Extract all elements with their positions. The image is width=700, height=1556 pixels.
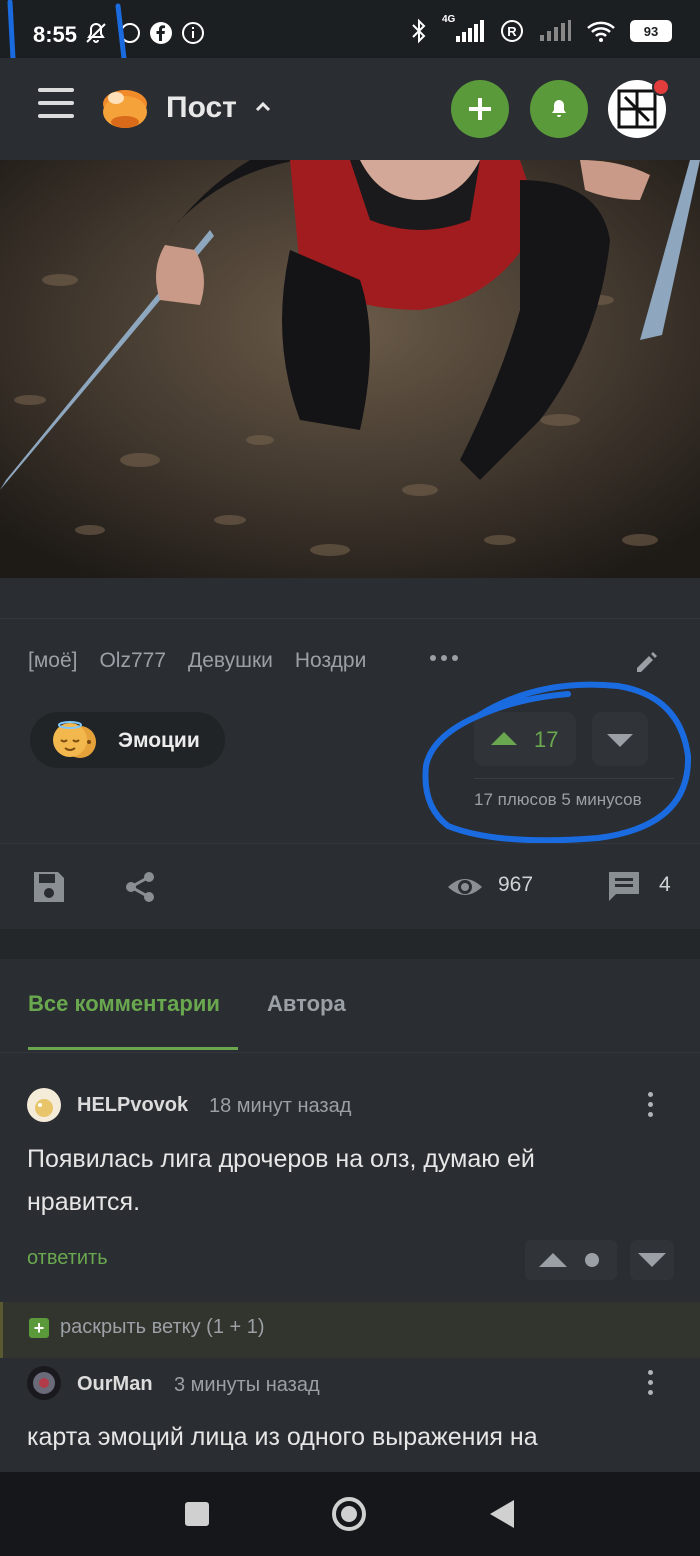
avatar[interactable] — [27, 1088, 61, 1122]
facebook-icon — [150, 22, 172, 44]
arrow-down-icon — [638, 1253, 666, 1267]
save-icon[interactable] — [31, 869, 67, 905]
comment-time: 18 минут назад — [209, 1095, 352, 1117]
more-vertical-icon[interactable] — [648, 1370, 654, 1400]
reply-link[interactable]: ответить — [27, 1247, 108, 1270]
arrow-up-icon — [491, 732, 517, 745]
comments-tabs: Все комментарии Автора — [0, 959, 700, 1053]
rating-value: 17 — [534, 727, 559, 752]
comments-count: 4 — [659, 873, 671, 896]
expand-thread-label: раскрыть ветку (1 + 1) — [60, 1316, 265, 1338]
comments-icon[interactable] — [606, 869, 642, 905]
rating-dot — [585, 1253, 599, 1267]
notifications-button[interactable] — [530, 80, 588, 138]
post-image[interactable] — [0, 160, 700, 578]
status-time: 8:55 — [33, 22, 78, 47]
upvote-button[interactable]: 17 — [474, 712, 576, 766]
comment: OurMan 3 минуты назад карта эмоций лица … — [0, 1358, 700, 1472]
active-tab-indicator — [28, 1047, 238, 1050]
comment-time: 3 минуты назад — [174, 1374, 320, 1396]
section-gap — [0, 929, 700, 959]
tag[interactable]: Ноздри — [295, 649, 366, 673]
comment: HELPvovok 18 минут назад Появилась лига … — [0, 1054, 700, 1302]
back-icon[interactable] — [488, 1498, 516, 1530]
comment-author[interactable]: HELPvovok — [77, 1094, 188, 1117]
signal-icon: 4G — [442, 14, 486, 44]
bluetooth-icon — [412, 18, 426, 44]
expand-thread-button[interactable]: + раскрыть ветку (1 + 1) — [0, 1302, 700, 1358]
bell-off-icon — [86, 22, 106, 43]
tags-list: [моё] Olz777 Девушки Ноздри — [28, 649, 366, 673]
info-icon — [182, 22, 204, 44]
svg-text:R: R — [507, 24, 517, 39]
comment-text: карта эмоций лица из одного выражения на — [27, 1423, 538, 1451]
emotions-label: Эмоции — [118, 729, 200, 752]
add-post-button[interactable] — [451, 80, 509, 138]
comment-downvote-button[interactable] — [630, 1240, 674, 1280]
comment-text: Появилась лига дрочеров на олз, думаю ей… — [27, 1145, 535, 1216]
comment-vote-control — [525, 1240, 617, 1280]
app-bar: Пост — [0, 58, 700, 160]
roaming-icon: R — [501, 20, 523, 42]
status-bar: 8:55 4G R 93 — [0, 0, 700, 66]
tag[interactable]: [моё] — [28, 649, 77, 673]
edit-icon[interactable] — [634, 649, 660, 675]
bell-icon — [552, 100, 566, 117]
tag[interactable]: Olz777 — [99, 649, 166, 673]
tab-all-comments[interactable]: Все комментарии — [28, 991, 220, 1017]
views-count: 967 — [498, 873, 534, 896]
recents-icon[interactable] — [183, 1500, 211, 1528]
app-logo — [103, 90, 147, 128]
avatar[interactable] — [27, 1366, 61, 1400]
tab-author[interactable]: Автора — [267, 991, 346, 1017]
eye-icon — [448, 879, 482, 895]
rating-stats: 17 плюсов 5 минусов — [474, 790, 642, 809]
notification-badge — [652, 78, 670, 96]
plus-icon — [469, 98, 491, 120]
hamburger-icon[interactable] — [38, 88, 74, 124]
system-nav-bar — [0, 1472, 700, 1556]
post-tags-row: [моё] Olz777 Девушки Ноздри — [0, 618, 700, 704]
arrow-up-icon[interactable] — [539, 1253, 567, 1267]
share-icon[interactable] — [122, 869, 158, 905]
divider — [474, 778, 674, 779]
emotions-button[interactable]: Эмоции — [30, 712, 225, 768]
emotions-icon — [53, 721, 96, 758]
arrow-down-icon — [607, 734, 633, 747]
app-title[interactable]: Пост — [166, 91, 237, 125]
more-vertical-icon[interactable] — [648, 1092, 654, 1122]
whatsapp-icon — [120, 23, 140, 43]
battery-level: 93 — [643, 23, 659, 39]
downvote-button[interactable] — [592, 712, 648, 766]
battery-icon: 93 — [630, 20, 672, 42]
home-icon[interactable] — [331, 1496, 367, 1532]
comment-author[interactable]: OurMan — [77, 1373, 153, 1396]
signal-icon — [540, 20, 571, 41]
more-tags-icon[interactable] — [430, 655, 458, 661]
plus-icon: + — [29, 1318, 49, 1338]
post-actions-bar: 967 4 — [0, 843, 700, 929]
tag[interactable]: Девушки — [188, 649, 273, 673]
chevron-up-icon[interactable] — [254, 98, 272, 116]
wifi-icon — [587, 21, 615, 42]
